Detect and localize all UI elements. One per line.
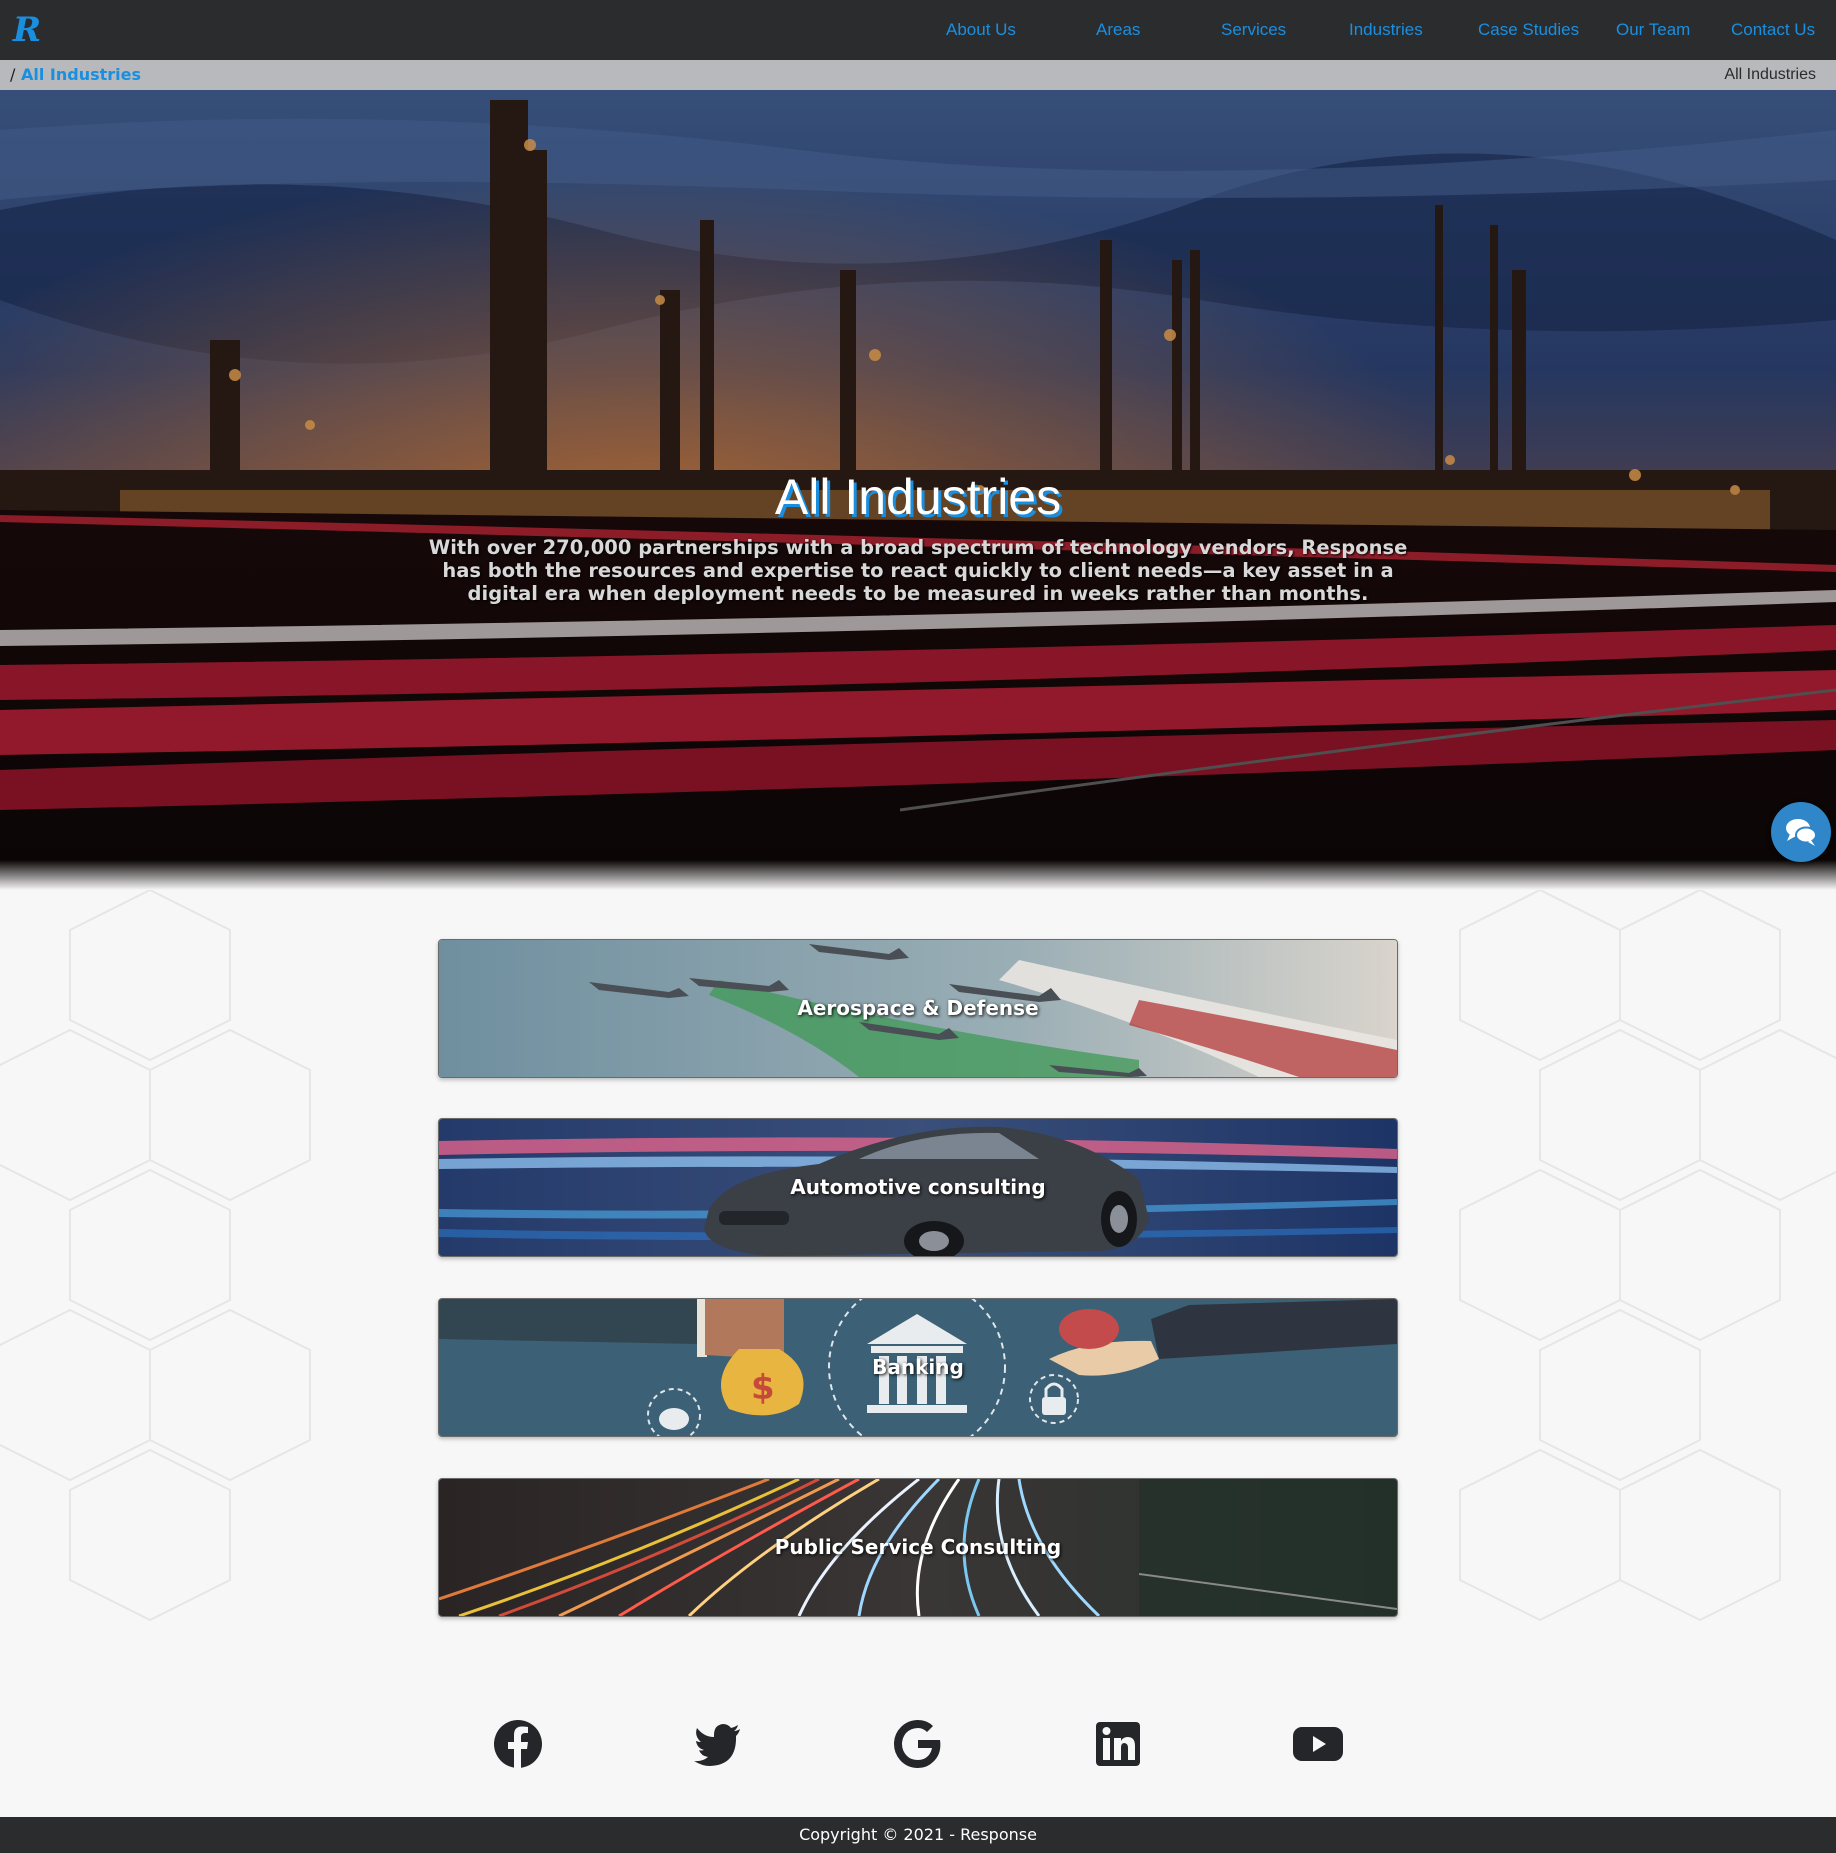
twitter-icon [694,1724,740,1766]
industry-card-public-service[interactable]: Public Service Consulting [438,1478,1398,1617]
industry-card-label: Banking [872,1355,964,1379]
google-link[interactable] [892,1718,944,1770]
nav-link-services[interactable]: Services [1221,0,1286,60]
industry-card-label: Aerospace & Defense [797,996,1039,1020]
linkedin-link[interactable] [1092,1718,1144,1770]
footer: Copyright © 2021 - Response [0,1817,1836,1853]
nav-link-areas[interactable]: Areas [1096,0,1140,60]
hero-subtitle: With over 270,000 partnerships with a br… [428,536,1408,605]
nav-link-case-studies[interactable]: Case Studies [1478,0,1579,60]
top-navigation: R About Us Areas Services Industries Cas… [0,0,1836,60]
twitter-link[interactable] [692,1718,744,1770]
industry-card-label: Automotive consulting [790,1175,1046,1199]
youtube-link[interactable] [1292,1718,1344,1770]
linkedin-icon [1096,1722,1140,1766]
facebook-link[interactable] [492,1718,544,1770]
hero-title: All Industries [774,469,1062,525]
nav-link-our-team[interactable]: Our Team [1616,0,1690,60]
industry-card-banking[interactable]: $ Banking [438,1298,1398,1437]
breadcrumb-current-link[interactable]: All Industries [21,60,141,90]
nav-link-about-us[interactable]: About Us [946,0,1016,60]
breadcrumb: / All Industries All Industries [0,60,1836,90]
industry-card-aerospace[interactable]: Aerospace & Defense [438,939,1398,1078]
chat-button[interactable] [1771,802,1831,862]
copyright-text: Copyright © 2021 - Response [799,1825,1037,1844]
hero-fade [0,860,1836,890]
hero-banner: All Industries With over 270,000 partner… [0,90,1836,890]
google-icon [894,1720,941,1768]
industry-card-label: Public Service Consulting [774,1535,1062,1559]
industry-card-automotive[interactable]: Automotive consulting [438,1118,1398,1257]
facebook-icon [494,1720,542,1768]
logo[interactable]: R [12,8,42,52]
breadcrumb-separator: / [10,65,16,84]
nav-link-contact-us[interactable]: Contact Us [1731,0,1815,60]
youtube-icon [1293,1727,1343,1761]
chat-icon [1786,819,1817,846]
nav-link-industries[interactable]: Industries [1349,0,1423,60]
breadcrumb-page-name: All Industries [1724,66,1816,83]
